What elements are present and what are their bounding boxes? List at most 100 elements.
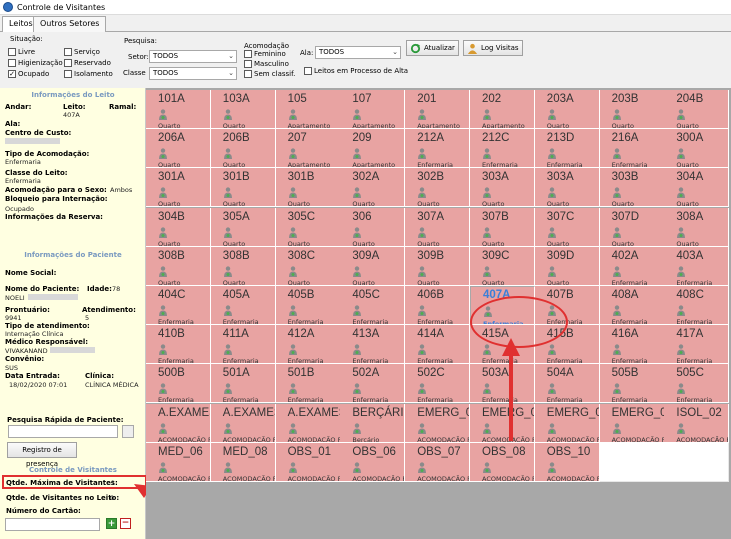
checkbox-box[interactable]	[244, 60, 252, 68]
bed-card[interactable]: 306 Quarto	[340, 207, 406, 247]
bed-card[interactable]: 213D Enfermaria	[534, 129, 600, 169]
log-visitas-button[interactable]: Log Visitas	[463, 40, 523, 56]
bed-card[interactable]: 303A Quarto	[534, 168, 600, 208]
bed-card[interactable]: 301A Quarto	[146, 168, 211, 208]
bed-card[interactable]: 307A Quarto	[405, 207, 471, 247]
bed-card[interactable]: 500B Enfermaria	[146, 364, 211, 404]
bed-card[interactable]: 304B Quarto	[146, 207, 211, 247]
checkbox-box[interactable]	[244, 70, 252, 78]
bed-card[interactable]: 411A Enfermaria	[210, 325, 276, 365]
bed-card[interactable]: 308A Quarto	[664, 207, 730, 247]
bed-card[interactable]: 202 Apartamento	[470, 90, 535, 129]
setor-select[interactable]: TODOS ⌄	[149, 50, 237, 63]
bed-card[interactable]: 410B Enfermaria	[146, 325, 211, 365]
bed-card[interactable]: 404C Enfermaria	[146, 286, 211, 325]
bed-card[interactable]: OBS_08 ACOMODAÇÃO P	[470, 442, 535, 482]
checkbox-higienizacao[interactable]: Higienização	[8, 59, 63, 67]
bed-card[interactable]: 309D Quarto	[534, 246, 600, 286]
bed-card[interactable]: 402A Enfermaria	[599, 246, 665, 286]
bed-card[interactable]: 303A Quarto	[470, 168, 535, 208]
bed-card[interactable]: 201 Apartamento	[405, 90, 471, 129]
checkbox-isolamento[interactable]: Isolamento	[64, 70, 113, 78]
bed-card[interactable]: 502C Enfermaria	[405, 364, 471, 404]
bed-card[interactable]: 405B Enfermaria	[275, 286, 341, 325]
bed-card[interactable]: 203B Quarto	[599, 90, 665, 129]
checkbox-box[interactable]	[304, 67, 312, 75]
bed-card[interactable]: 302B Quarto	[405, 168, 471, 208]
bed-card[interactable]: 309A Quarto	[340, 246, 406, 286]
checkbox-livre[interactable]: Livre	[8, 48, 35, 56]
checkbox-box[interactable]	[8, 59, 16, 67]
bed-card[interactable]: 216A Enfermaria	[599, 129, 665, 169]
bed-card[interactable]: 307B Quarto	[470, 207, 535, 247]
bed-card[interactable]: 206B Quarto	[210, 129, 276, 169]
bed-card[interactable]: 308C Quarto	[275, 246, 341, 286]
search-button[interactable]	[122, 425, 134, 438]
bed-card[interactable]: A.EXAMES ACOMODAÇÃO P	[210, 403, 276, 443]
bed-card[interactable]: 414A Enfermaria	[405, 325, 471, 365]
checkbox-servico[interactable]: Serviço	[64, 48, 100, 56]
bed-card[interactable]: 203A Quarto	[534, 90, 600, 129]
bed-card[interactable]: 305A Quarto	[210, 207, 276, 247]
bed-card[interactable]: 505B Enfermaria	[599, 364, 665, 404]
bed-card[interactable]: 501B Enfermaria	[275, 364, 341, 404]
bed-card[interactable]: 309C Quarto	[470, 246, 535, 286]
bed-card[interactable]: 405A Enfermaria	[210, 286, 276, 325]
patient-search-input[interactable]	[8, 425, 118, 438]
bed-card[interactable]: 303B Quarto	[599, 168, 665, 208]
bed-card[interactable]: 302A Quarto	[340, 168, 406, 208]
ala-select[interactable]: TODOS ⌄	[315, 46, 401, 59]
bed-card[interactable]: 103A Quarto	[210, 90, 276, 129]
bed-card[interactable]: 105 Apartamento	[275, 90, 341, 129]
bed-card[interactable]: EMERG_0: ACOMODAÇÃO P	[534, 403, 600, 443]
tab-outros-setores[interactable]: Outros Setores	[33, 16, 107, 32]
checkbox-box[interactable]	[64, 70, 72, 78]
registro-presenca-button[interactable]: Registro de presença	[7, 442, 77, 468]
bed-card[interactable]: 212C Enfermaria	[470, 129, 535, 169]
checkbox-box[interactable]	[64, 59, 72, 67]
checkbox-feminino[interactable]: Feminino	[244, 50, 286, 58]
bed-card[interactable]: OBS_06 ACOMODAÇÃO P	[340, 442, 406, 482]
bed-card[interactable]: OBS_07 ACOMODAÇÃO P	[405, 442, 471, 482]
bed-card[interactable]: EMERG_0 ACOMODAÇÃO P	[405, 403, 471, 443]
bed-card[interactable]: 304A Quarto	[664, 168, 730, 208]
bed-card[interactable]: 300A Quarto	[664, 129, 730, 169]
bed-card[interactable]: 101A Quarto	[146, 90, 211, 129]
add-button[interactable]: +	[106, 518, 117, 529]
bed-card[interactable]: 417A Enfermaria	[664, 325, 730, 365]
bed-card[interactable]: 307D Quarto	[599, 207, 665, 247]
bed-card[interactable]: 305C Quarto	[275, 207, 341, 247]
bed-card[interactable]: 408A Enfermaria	[599, 286, 665, 325]
bed-card[interactable]: 308B Quarto	[146, 246, 211, 286]
bed-card[interactable]: 309B Quarto	[405, 246, 471, 286]
bed-card[interactable]: 204B Quarto	[664, 90, 730, 129]
bed-card[interactable]: OBS_01 ACOMODAÇÃO P	[275, 442, 341, 482]
bed-card[interactable]: 403A Enfermaria	[664, 246, 730, 286]
bed-card[interactable]: 412A Enfermaria	[275, 325, 341, 365]
checkbox-box[interactable]	[244, 50, 252, 58]
bed-card[interactable]: 308B Quarto	[210, 246, 276, 286]
checkbox-reservado[interactable]: Reservado	[64, 59, 111, 67]
bed-card[interactable]: 212A Enfermaria	[405, 129, 471, 169]
bed-card[interactable]: 209 Apartamento	[340, 129, 406, 169]
card-number-input[interactable]	[5, 518, 100, 531]
checkbox-leitos-alta[interactable]: Leitos em Processo de Alta	[304, 67, 408, 75]
checkbox-masculino[interactable]: Masculino	[244, 60, 289, 68]
bed-card[interactable]: 405C Enfermaria	[340, 286, 406, 325]
bed-card[interactable]: A.EXAMES ACOMODAÇÃO P	[146, 403, 211, 443]
bed-card[interactable]: ISOL_02 ACOMODAÇÃO P	[664, 403, 730, 443]
bed-card[interactable]: 107 Apartamento	[340, 90, 406, 129]
bed-card[interactable]: 301B Quarto	[210, 168, 276, 208]
bed-card[interactable]: 413A Enfermaria	[340, 325, 406, 365]
classe-select[interactable]: TODOS ⌄	[149, 67, 237, 80]
bed-card[interactable]: 501A Enfermaria	[210, 364, 276, 404]
bed-card[interactable]: 406B Enfermaria	[405, 286, 471, 325]
checkbox-ocupado[interactable]: ✓ Ocupado	[8, 70, 49, 78]
check-icon[interactable]: ✓	[8, 70, 16, 78]
bed-card[interactable]: OBS_10 ACOMODAÇÃO P	[534, 442, 600, 482]
bed-card[interactable]: 206A Quarto	[146, 129, 211, 169]
bed-card[interactable]: 505C Enfermaria	[664, 364, 730, 404]
checkbox-box[interactable]	[8, 48, 16, 56]
bed-card[interactable]: A.EXAMES ACOMODAÇÃO P	[275, 403, 341, 443]
checkbox-box[interactable]	[64, 48, 72, 56]
